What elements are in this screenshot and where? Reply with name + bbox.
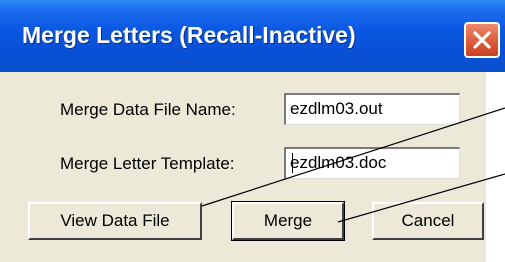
background-strip	[486, 72, 505, 262]
cancel-button[interactable]: Cancel	[372, 202, 484, 240]
merge-button[interactable]: Merge	[231, 201, 345, 241]
title-bar[interactable]: Merge Letters (Recall-Inactive)	[0, 0, 505, 72]
template-value: ezdlm03.doc	[290, 153, 387, 172]
data-file-label: Merge Data File Name:	[60, 100, 236, 119]
template-input[interactable]: ezdlm03.doc	[284, 147, 460, 179]
dialog-title: Merge Letters (Recall-Inactive)	[22, 22, 356, 48]
text-caret	[292, 153, 293, 173]
close-button[interactable]	[464, 22, 500, 58]
data-file-input[interactable]: ezdlm03.out	[284, 93, 460, 125]
view-data-file-button[interactable]: View Data File	[28, 202, 202, 240]
close-icon	[473, 31, 491, 49]
merge-letters-dialog: Merge Letters (Recall-Inactive) Merge Da…	[0, 0, 505, 262]
template-label: Merge Letter Template:	[60, 154, 235, 173]
